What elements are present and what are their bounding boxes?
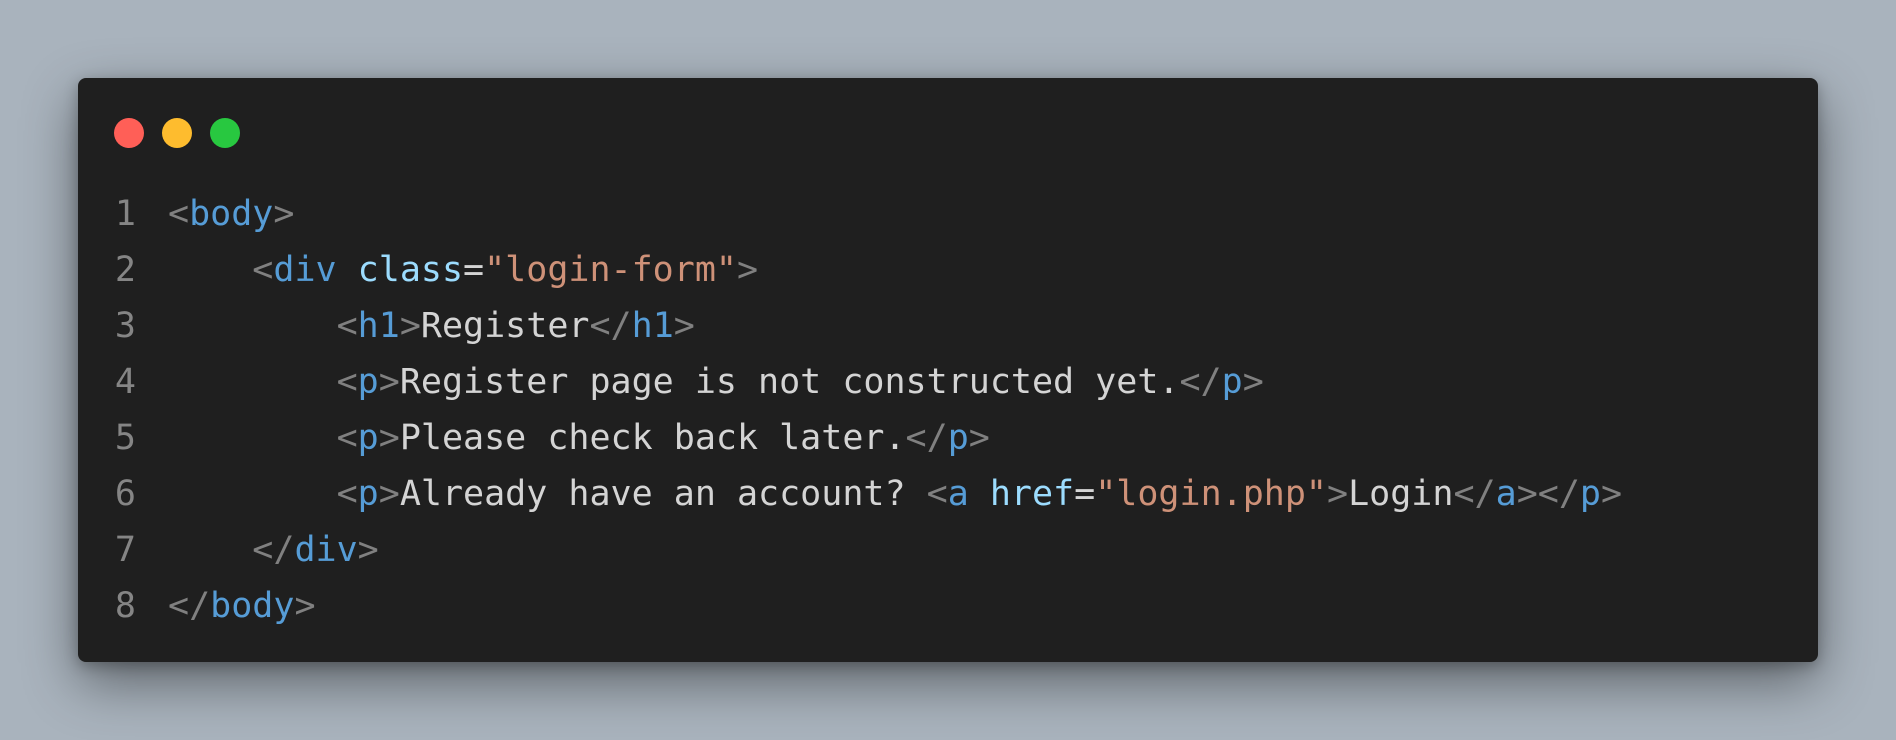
code-line: 8 </body> — [78, 578, 1818, 634]
code-attribute: href — [989, 474, 1075, 514]
code-punctuation: < — [252, 250, 274, 290]
code-punctuation: > — [378, 474, 400, 514]
code-punctuation: </ — [589, 306, 632, 346]
code-window: 1 <body> 2 <div class="login-form"> 3 <h1>R… — [78, 78, 1818, 662]
code-line: 6 <p>Already have an account? <a href="l… — [78, 466, 1818, 522]
code-line: 7 </div> — [78, 522, 1818, 578]
code-punctuation: > — [273, 194, 295, 234]
code-content: <h1>Register</h1> — [168, 298, 695, 354]
code-tag-name: h1 — [631, 306, 674, 346]
line-number: 4 — [114, 362, 136, 402]
code-content: <body> — [168, 186, 294, 242]
code-punctuation: > — [736, 250, 759, 290]
code-block: 1 <body> 2 <div class="login-form"> 3 <h1>R… — [78, 186, 1818, 634]
code-punctuation: > — [1516, 474, 1538, 514]
code-tag-name: p — [1579, 474, 1601, 514]
code-punctuation: > — [968, 418, 990, 458]
minimize-dot-icon[interactable] — [162, 118, 192, 148]
code-tag-name: a — [1495, 474, 1517, 514]
code-text: = — [1074, 474, 1096, 514]
code-tag-name: p — [357, 418, 379, 458]
code-tag-name: p — [357, 362, 379, 402]
code-punctuation: > — [399, 306, 421, 346]
code-tag-name: p — [1221, 362, 1243, 402]
code-punctuation: < — [336, 362, 358, 402]
code-punctuation: > — [357, 530, 379, 570]
code-content: <div class="login-form"> — [168, 242, 758, 298]
code-tag-name: body — [210, 586, 295, 626]
code-punctuation: </ — [905, 418, 948, 458]
code-tag-name: body — [189, 194, 274, 234]
code-punctuation: </ — [1179, 362, 1222, 402]
code-punctuation: < — [336, 418, 358, 458]
code-text: Please check back later. — [399, 418, 906, 458]
code-punctuation: > — [673, 306, 695, 346]
code-text: Already have an account? — [399, 474, 927, 514]
code-tag-name: p — [357, 474, 379, 514]
code-punctuation: </ — [1537, 474, 1580, 514]
code-text: = — [463, 250, 485, 290]
code-tag-name: div — [294, 530, 358, 570]
code-punctuation: > — [378, 418, 400, 458]
line-number: 6 — [114, 474, 136, 514]
line-number: 3 — [114, 306, 136, 346]
code-punctuation: </ — [252, 530, 295, 570]
code-string: "login-form" — [484, 250, 737, 290]
code-content: <p>Register page is not constructed yet.… — [168, 354, 1264, 410]
window-controls — [114, 118, 240, 148]
code-punctuation: < — [336, 474, 358, 514]
code-punctuation: </ — [1453, 474, 1496, 514]
line-number: 7 — [114, 530, 136, 570]
code-punctuation: > — [1601, 474, 1623, 514]
code-line: 1 <body> — [78, 186, 1818, 242]
code-line: 3 <h1>Register</h1> — [78, 298, 1818, 354]
code-punctuation: < — [926, 474, 948, 514]
code-tag-name: a — [947, 474, 969, 514]
code-tag-name: p — [947, 418, 969, 458]
code-punctuation: > — [1242, 362, 1264, 402]
code-attribute: class — [357, 250, 464, 290]
code-text: Login — [1348, 474, 1454, 514]
code-punctuation: < — [168, 194, 190, 234]
code-punctuation: </ — [168, 586, 211, 626]
line-number: 5 — [114, 418, 136, 458]
code-text: Register — [420, 306, 590, 346]
code-line: 4 <p>Register page is not constructed ye… — [78, 354, 1818, 410]
code-tag-name: h1 — [357, 306, 400, 346]
maximize-dot-icon[interactable] — [210, 118, 240, 148]
line-number: 1 — [114, 194, 136, 234]
code-content: <p>Please check back later.</p> — [168, 410, 990, 466]
code-string: "login.php" — [1095, 474, 1328, 514]
code-punctuation: > — [1327, 474, 1349, 514]
code-content: <p>Already have an account? <a href="log… — [168, 466, 1623, 522]
code-text: Register page is not constructed yet. — [399, 362, 1180, 402]
code-line: 2 <div class="login-form"> — [78, 242, 1818, 298]
line-number: 2 — [114, 250, 136, 290]
close-dot-icon[interactable] — [114, 118, 144, 148]
code-tag-name: div — [273, 250, 337, 290]
line-number: 8 — [114, 586, 136, 626]
code-line: 5 <p>Please check back later.</p> — [78, 410, 1818, 466]
code-punctuation: < — [336, 306, 358, 346]
code-content: </div> — [168, 522, 379, 578]
code-punctuation: > — [378, 362, 400, 402]
code-punctuation: > — [294, 586, 316, 626]
code-content: </body> — [168, 578, 316, 634]
